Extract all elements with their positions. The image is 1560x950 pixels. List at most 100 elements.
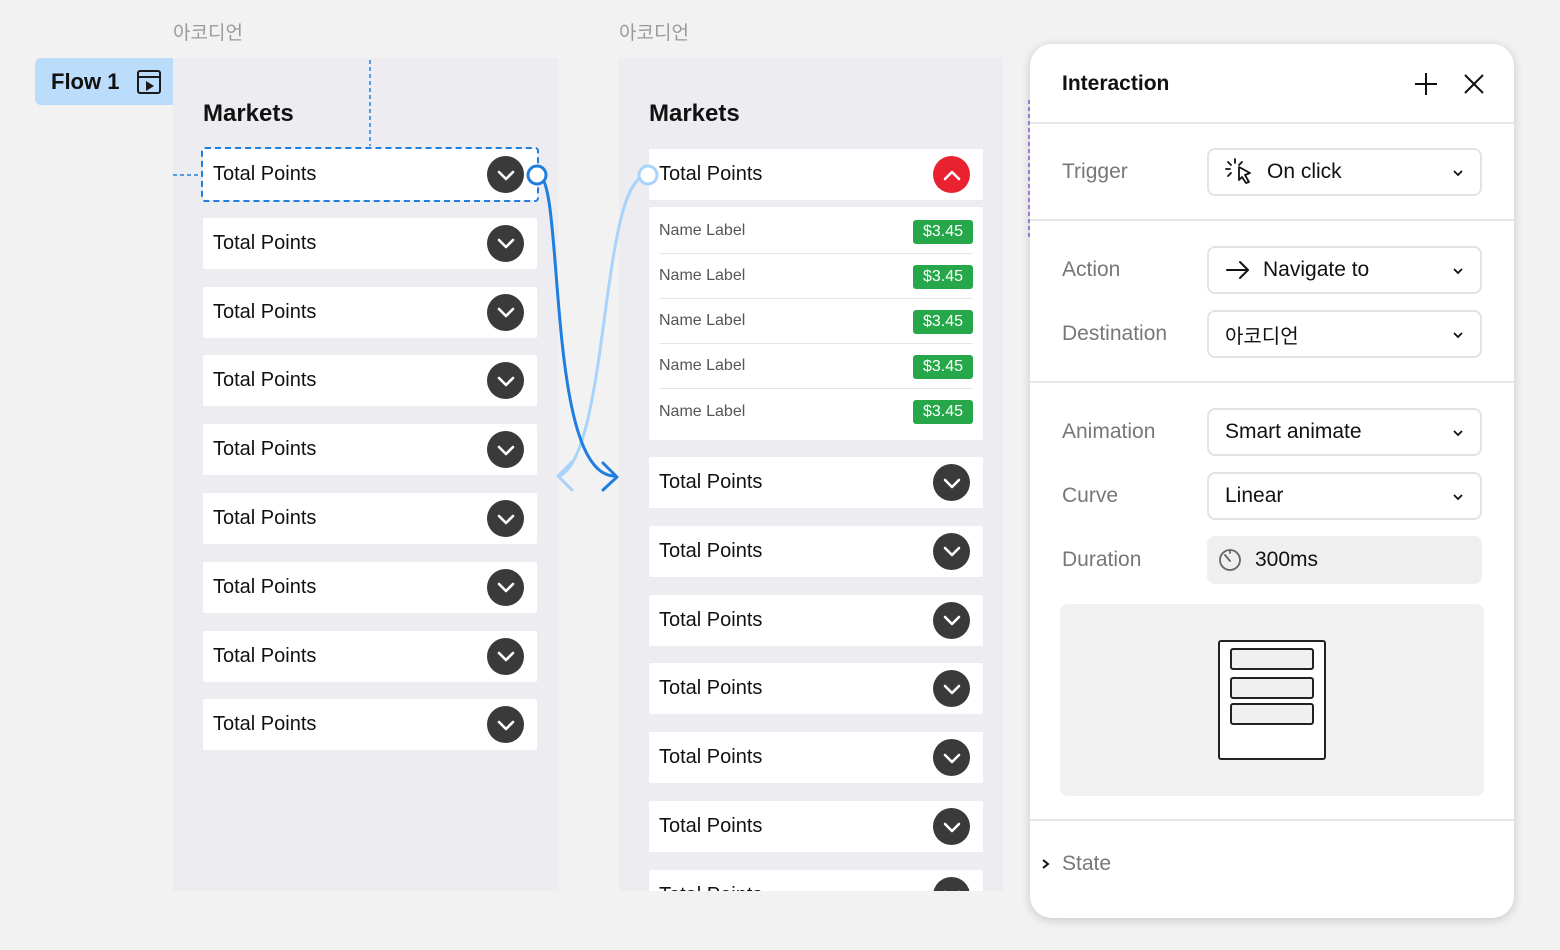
row-label: Total Points [659,677,763,700]
price-badge: $3.45 [912,355,973,379]
row-label: Total Points [213,644,317,667]
duration-input[interactable]: 300ms [1207,536,1482,584]
chevron-down-icon [1453,494,1463,501]
row-label: Total Points [213,575,317,598]
plus-icon[interactable] [1412,70,1440,98]
flow-badge[interactable]: Flow 1 [35,58,173,105]
row-label: Total Points [659,746,763,769]
chevron-down-icon[interactable] [933,601,970,639]
duration-value: 300ms [1255,548,1319,571]
state-label: State [1062,852,1112,875]
row-label: Total Points [213,507,317,529]
list-item[interactable]: Name Label $3.45 [659,344,973,389]
accordion-row-expanded[interactable]: Total Points [649,149,983,200]
action-select[interactable]: Navigate to [1207,246,1482,294]
list-item[interactable]: Name Label $3.45 [659,209,973,254]
chevron-down-icon[interactable] [487,706,524,744]
accordion-row[interactable]: Total Points [201,147,539,202]
chevron-down-icon[interactable] [487,568,524,606]
panel-title: Interaction [1062,72,1170,95]
timer-icon [1217,547,1243,573]
flow-label: Flow 1 [51,68,120,94]
markets-title: Markets [649,100,740,127]
chevron-up-icon[interactable] [933,156,970,193]
chevron-down-icon [1453,268,1463,275]
chevron-down-icon[interactable] [933,532,970,570]
name-label: Name Label [659,357,746,374]
price-badge: $3.45 [912,220,973,244]
chevron-down-icon [1453,332,1463,339]
accordion-row[interactable]: Total Points [203,217,537,269]
row-label: Total Points [659,815,763,837]
frame-label-1[interactable]: 아코디언 [173,18,243,45]
divider [1030,219,1514,221]
row-label: Total Points [213,231,317,254]
accordion-row[interactable]: Total Points [649,801,983,852]
curve-select[interactable]: Linear [1207,472,1482,520]
chevron-down-icon[interactable] [933,464,970,501]
accordion-row[interactable]: Total Points [649,457,983,508]
play-frame-icon[interactable] [137,69,162,94]
accordion-row[interactable]: Total Points [203,699,537,751]
frame-label-2[interactable]: 아코디언 [619,18,689,45]
chevron-down-icon[interactable] [487,362,524,400]
chevron-down-icon[interactable] [933,739,970,777]
state-section-toggle[interactable]: State [1040,852,1111,876]
row-label: Total Points [213,369,317,392]
name-label: Name Label [659,312,746,329]
accordion-row[interactable]: Total Points [203,424,537,476]
accordion-row[interactable]: Total Points [203,286,537,338]
name-label: Name Label [659,222,746,239]
interaction-panel: Interaction Trigger On click Action Navi… [1030,44,1514,918]
divider [1030,381,1514,383]
trigger-label: Trigger [1062,160,1128,183]
row-label: Total Points [659,608,763,631]
destination-label: Destination [1062,322,1168,345]
accordion-row[interactable]: Total Points [203,630,537,682]
chevron-down-icon[interactable] [487,637,524,675]
markets-title: Markets [203,100,294,127]
chevron-down-icon[interactable] [487,500,524,537]
accordion-row[interactable]: Total Points [203,355,537,407]
accordion-row[interactable]: Total Points [649,594,983,646]
accordion-row[interactable]: Total Points [203,561,537,613]
chevron-down-icon[interactable] [487,224,524,262]
row-label: Total Points [659,539,763,562]
list-item[interactable]: Name Label $3.45 [659,389,973,434]
accordion-row[interactable]: Total Points [203,493,537,544]
row-label: Total Points [659,884,762,891]
action-label: Action [1062,258,1121,281]
destination-select[interactable]: 아코디언 [1207,310,1482,358]
chevron-down-icon[interactable] [933,808,970,845]
chevron-down-icon[interactable] [933,876,970,891]
chevron-down-icon[interactable] [933,670,970,708]
accordion-row[interactable]: Total Points [649,663,983,715]
accordion-row[interactable]: Total Points [649,525,983,577]
trigger-value: On click [1267,160,1342,183]
row-label: Total Points [213,163,317,185]
row-label: Total Points [659,163,763,185]
name-label: Name Label [659,267,746,284]
curve-label: Curve [1062,484,1119,507]
list-item[interactable]: Name Label $3.45 [659,299,973,344]
row-label: Total Points [213,300,317,323]
frame-accordion-collapsed[interactable]: Markets Total Points Total Points Total Po… [173,58,558,891]
destination-value: 아코디언 [1225,323,1299,348]
trigger-select[interactable]: On click [1207,148,1482,196]
row-label: Total Points [659,471,763,493]
chevron-down-icon[interactable] [487,293,524,331]
accordion-row[interactable]: Total Points [649,732,983,784]
animation-select[interactable]: Smart animate [1207,408,1482,456]
price-badge: $3.45 [912,265,973,289]
list-item[interactable]: Name Label $3.45 [659,254,973,299]
accordion-row[interactable]: Total Points [649,869,983,891]
chevron-down-icon[interactable] [487,156,524,193]
chevron-down-icon[interactable] [487,431,524,469]
duration-label: Duration [1062,548,1142,571]
panel-header: Interaction [1030,44,1514,124]
frame-accordion-expanded[interactable]: Markets Total Points Name Label $3.45 Name… [619,58,1003,891]
chevron-right-icon [1042,859,1050,869]
curve-value: Linear [1225,484,1284,507]
accordion-content: Name Label $3.45 Name Label $3.45 Name Label… [649,207,983,440]
close-icon[interactable] [1460,70,1488,98]
